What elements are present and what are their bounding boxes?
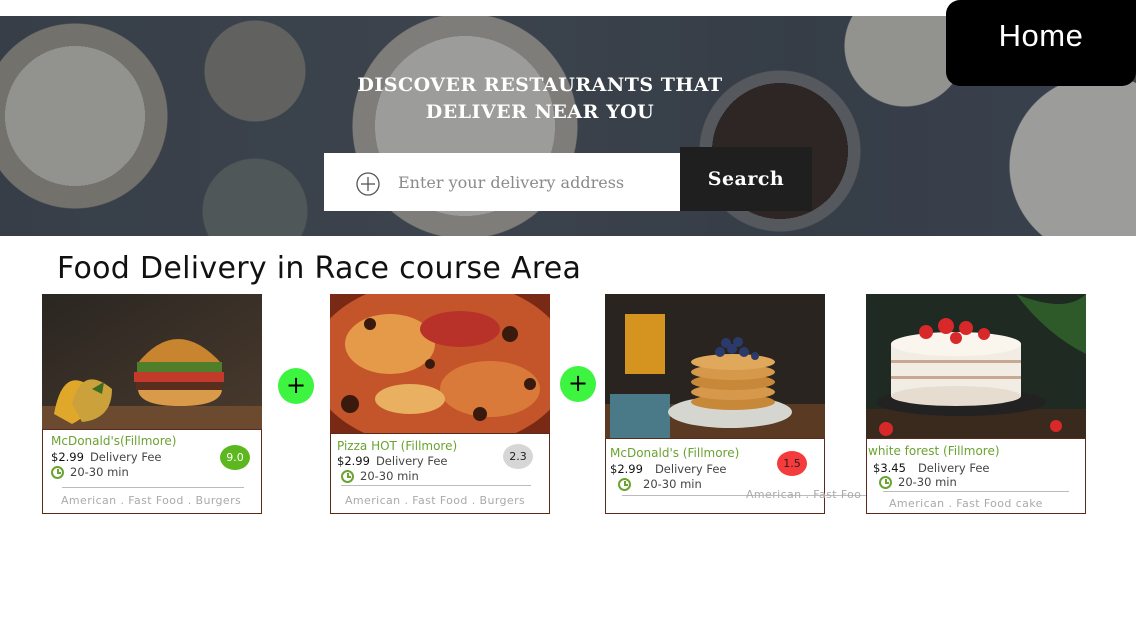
restaurant-card-3[interactable]: McDonald's (Fillmore) $2.99 Delivery Fee … — [605, 294, 866, 514]
divider — [341, 485, 531, 486]
cuisine-tags: American . Fast Food cake — [889, 497, 1043, 510]
section-title: Food Delivery in Race course Area — [57, 251, 582, 286]
delivery-time: 20-30 min — [618, 477, 702, 491]
fee-label: Delivery Fee — [89, 450, 162, 464]
address-input[interactable] — [396, 171, 660, 193]
cuisine-tags: American . Fast Food . Burgers — [345, 494, 526, 507]
card-info: McDonald's (Fillmore) $2.99 Delivery Fee … — [605, 438, 866, 514]
time-value: 20-30 min — [643, 477, 702, 491]
pizza-image — [330, 294, 550, 433]
pancakes-image — [605, 294, 825, 438]
cake-image — [866, 294, 1086, 438]
hero-title-line-2: DELIVER NEAR YOU — [425, 101, 655, 123]
divider — [62, 487, 244, 488]
hero-title-line-1: DISCOVER RESTAURANTS THAT — [357, 74, 723, 96]
delivery-price: $2.99 Delivery Fee — [610, 462, 726, 476]
time-value: 20-30 min — [70, 465, 129, 479]
price-value: $2.99 — [51, 450, 84, 464]
divider — [883, 491, 1069, 492]
time-value: 20-30 min — [360, 469, 419, 483]
address-search-box — [324, 153, 680, 211]
delivery-price: $2.99 Delivery Fee — [337, 454, 447, 468]
restaurant-name: McDonald's (Fillmore) — [610, 446, 740, 460]
restaurant-card-2[interactable]: Pizza HOT (Fillmore) $2.99 Delivery Fee 2… — [330, 294, 550, 514]
search-button[interactable]: Search — [680, 147, 812, 211]
price-value: $3.45 — [873, 461, 906, 475]
card-info: white forest (Fillmore) $3.45 Delivery Fe… — [866, 438, 1086, 514]
burger-image — [42, 294, 262, 429]
restaurant-name: Pizza HOT (Fillmore) — [337, 439, 458, 453]
locate-icon[interactable] — [355, 171, 380, 196]
rating-badge: 1.5 — [777, 451, 807, 476]
fee-label: Delivery Fee — [375, 454, 448, 468]
rating-badge: 9.0 — [220, 445, 250, 470]
card-info: McDonald's(Fillmore) $2.99 Delivery Fee 2… — [42, 429, 262, 514]
delivery-price: $2.99 Delivery Fee — [51, 450, 161, 464]
delivery-time: 20-30 min — [879, 475, 957, 489]
restaurant-card-4[interactable]: white forest (Fillmore) $3.45 Delivery Fe… — [866, 294, 1086, 514]
home-button[interactable]: Home — [946, 0, 1136, 86]
delivery-time: 20-30 min — [51, 465, 129, 479]
delivery-price: $3.45 Delivery Fee — [873, 461, 989, 475]
hero-title: DISCOVER RESTAURANTS THAT DELIVER NEAR Y… — [330, 72, 750, 126]
price-value: $2.99 — [337, 454, 370, 468]
fee-label: Delivery Fee — [917, 461, 990, 475]
cuisine-tags: American . Fast Foo — [746, 488, 862, 501]
add-button[interactable]: + — [278, 368, 314, 404]
restaurant-card-1[interactable]: McDonald's(Fillmore) $2.99 Delivery Fee 2… — [42, 294, 262, 514]
clock-icon — [618, 477, 631, 491]
time-value: 20-30 min — [898, 475, 957, 489]
card-info: Pizza HOT (Fillmore) $2.99 Delivery Fee 2… — [330, 433, 550, 514]
restaurant-name: McDonald's(Fillmore) — [51, 434, 177, 448]
cuisine-tags: American . Fast Food . Burgers — [61, 494, 242, 507]
price-value: $2.99 — [610, 462, 643, 476]
clock-icon — [341, 469, 354, 483]
restaurant-name: white forest (Fillmore) — [868, 444, 1000, 458]
fee-label: Delivery Fee — [654, 462, 727, 476]
delivery-time: 20-30 min — [341, 469, 419, 483]
clock-icon — [51, 465, 64, 479]
add-button[interactable]: + — [560, 366, 596, 402]
clock-icon — [879, 475, 892, 489]
rating-badge: 2.3 — [503, 444, 533, 469]
